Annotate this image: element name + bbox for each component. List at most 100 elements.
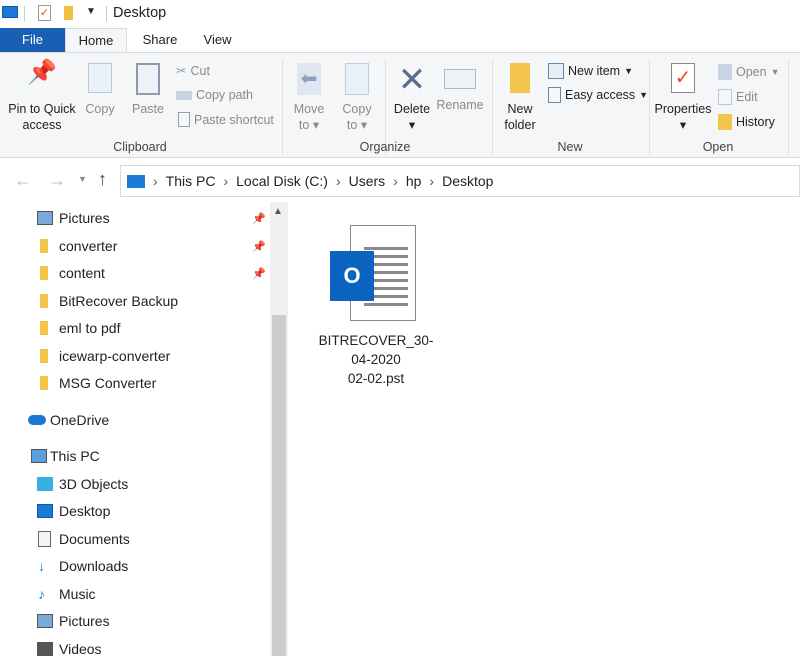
pictures-icon [37, 614, 53, 628]
rename-icon [444, 69, 476, 89]
pin-icon: 📌 [27, 59, 57, 86]
paste-shortcut-icon [178, 112, 190, 127]
download-arrow-icon: ↓ [38, 558, 45, 574]
explorer-icon [2, 6, 18, 18]
folder-icon [40, 376, 48, 390]
group-label-organize: Organize [359, 140, 411, 154]
nav-item-icewarp-converter[interactable]: icewarp-converter [0, 343, 270, 369]
copy-icon [88, 63, 112, 93]
onedrive-cloud-icon [28, 415, 46, 425]
title-bar: ✓ ▼ Desktop [0, 0, 800, 28]
copy-path-icon [176, 90, 192, 100]
new-item-icon [548, 63, 564, 79]
file-name: BITRECOVER_30- 04-2020 02-02.pst [318, 333, 434, 386]
folder-icon [40, 266, 48, 280]
nav-item-eml-to-pdf[interactable]: eml to pdf [0, 315, 270, 341]
properties-quick-icon[interactable]: ✓ [38, 5, 51, 21]
this-pc-icon [31, 449, 47, 463]
folder-icon [40, 349, 48, 363]
move-to-icon: ⬅ [297, 63, 321, 95]
edit-button[interactable]: Edit [718, 89, 758, 105]
copy-to-button[interactable]: Copy to ▾ [336, 63, 378, 133]
history-icon [718, 114, 732, 130]
pin-icon[interactable]: 📌 [252, 240, 266, 253]
ribbon-tabs: File Home Share View [0, 28, 800, 53]
new-folder-quick-icon[interactable] [64, 6, 73, 20]
nav-item-onedrive[interactable]: OneDrive [0, 407, 270, 433]
nav-item-videos[interactable]: Videos [0, 636, 270, 662]
nav-item-documents[interactable]: Documents [0, 526, 270, 552]
pin-icon[interactable]: 📌 [252, 267, 266, 280]
easy-access-icon [548, 87, 561, 103]
breadcrumb-desktop[interactable]: Desktop [442, 173, 493, 189]
nav-item-content[interactable]: content 📌 [0, 260, 270, 286]
breadcrumb-local-disk[interactable]: Local Disk (C:) [236, 173, 328, 189]
desktop-icon [37, 504, 53, 518]
new-folder-button[interactable]: New folder [500, 63, 540, 133]
copy-to-icon [345, 63, 369, 95]
scissors-icon: ✂ [176, 64, 187, 78]
paste-button[interactable]: Paste [128, 63, 168, 117]
music-note-icon: ♪ [38, 586, 45, 602]
tab-file[interactable]: File [0, 28, 65, 53]
copy-path-button[interactable]: Copy path [176, 88, 253, 102]
group-label-clipboard: Clipboard [113, 140, 167, 154]
back-button[interactable]: ← [14, 170, 32, 191]
delete-button[interactable]: ✕ Delete ▾ [390, 63, 434, 133]
copy-button[interactable]: Copy [82, 63, 118, 117]
nav-item-msg-converter[interactable]: MSG Converter [0, 370, 270, 396]
pin-to-quick-access-button[interactable]: 📌 Pin to Quick access [4, 59, 80, 133]
group-label-new: New [557, 140, 583, 154]
nav-item-downloads[interactable]: ↓ Downloads [0, 553, 270, 579]
new-item-button[interactable]: New item ▼ [548, 63, 633, 79]
forward-button[interactable]: → [48, 170, 66, 191]
properties-icon: ✓ [671, 63, 695, 93]
customize-toolbar-icon[interactable]: ▼ [86, 6, 96, 17]
nav-item-desktop[interactable]: Desktop [0, 498, 270, 524]
pictures-icon [37, 211, 53, 225]
tab-share[interactable]: Share [135, 28, 185, 53]
address-bar[interactable]: › This PC › Local Disk (C:) › Users › hp › D… [120, 165, 800, 197]
nav-item-music[interactable]: ♪ Music [0, 581, 270, 607]
window-title: Desktop [113, 5, 167, 21]
nav-scrollbar-thumb[interactable] [272, 315, 286, 656]
move-to-button[interactable]: ⬅ Move to ▾ [288, 63, 330, 133]
outlook-logo-icon: O [330, 251, 374, 301]
group-label-open: Open [702, 140, 734, 154]
rename-button[interactable]: Rename [436, 63, 484, 113]
nav-item-pictures-quick[interactable]: Pictures 📌 [0, 205, 270, 231]
documents-icon [38, 531, 51, 547]
pin-icon[interactable]: 📌 [252, 212, 266, 225]
nav-item-3d-objects[interactable]: 3D Objects [0, 471, 270, 497]
nav-item-this-pc[interactable]: This PC [0, 443, 270, 469]
tab-home[interactable]: Home [65, 28, 127, 53]
ribbon: 📌 Pin to Quick access Copy Paste ✂ Cut Co… [0, 52, 800, 158]
folder-icon [510, 63, 530, 93]
folder-icon [40, 321, 48, 335]
3d-objects-icon [37, 477, 53, 491]
breadcrumb-this-pc[interactable]: This PC [166, 173, 216, 189]
easy-access-button[interactable]: Easy access ▼ [548, 87, 648, 103]
nav-item-converter[interactable]: converter 📌 [0, 233, 270, 259]
nav-item-pictures[interactable]: Pictures [0, 608, 270, 634]
cut-button[interactable]: ✂ Cut [176, 63, 210, 79]
pst-file-icon: O [330, 225, 416, 321]
file-item[interactable]: O BITRECOVER_30- 04-2020 02-02.pst [316, 220, 436, 390]
tab-view[interactable]: View [195, 28, 240, 53]
nav-item-bitrecover-backup[interactable]: BitRecover Backup [0, 288, 270, 314]
delete-x-icon: ✕ [397, 61, 427, 99]
folder-icon [40, 239, 48, 253]
navigation-pane: Pictures 📌 converter 📌 content 📌 BitRecover… [0, 202, 270, 657]
properties-button[interactable]: ✓ Properties ▾ [654, 63, 712, 133]
folder-icon [40, 294, 48, 308]
edit-icon [718, 89, 732, 105]
scroll-up-arrow[interactable]: ▲ [273, 206, 283, 217]
recent-locations-button[interactable]: ▼ [78, 174, 87, 184]
breadcrumb-hp[interactable]: hp [406, 173, 422, 189]
up-button[interactable]: ↑ [98, 169, 107, 190]
breadcrumb-users[interactable]: Users [349, 173, 386, 189]
paste-shortcut-button[interactable]: Paste shortcut [178, 112, 274, 127]
history-button[interactable]: History [718, 114, 775, 130]
paste-icon [136, 63, 160, 95]
open-button[interactable]: Open ▼ [718, 64, 780, 80]
